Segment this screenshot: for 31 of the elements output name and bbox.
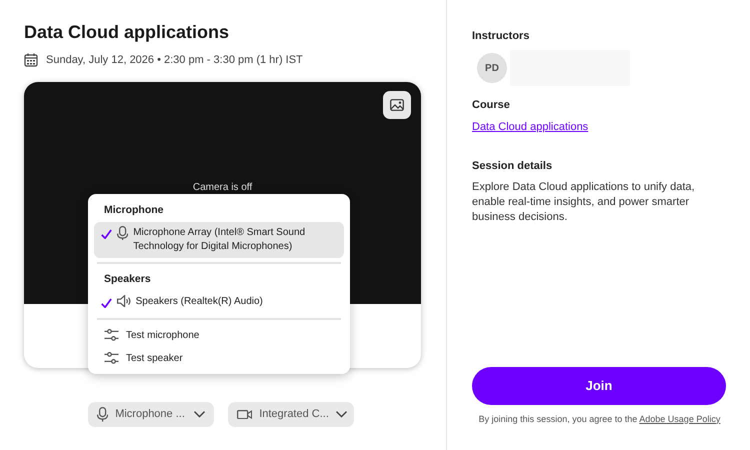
menu-action[interactable]: Test microphone [94,324,344,346]
caret-icon [194,411,205,418]
instructor-avatar: PD [477,53,507,83]
session-details-heading: Session details [472,158,554,174]
join-button[interactable]: Join [472,366,726,404]
session-title: Data Cloud applications [24,22,230,44]
instructors-heading: Instructors [472,29,530,44]
camera-status: Camera is off [192,180,252,195]
speaker-icon [117,294,131,307]
microphone-select[interactable]: Microphone ... [88,402,214,428]
microphone-icon [97,407,108,422]
sliders-icon [104,352,119,364]
session-description: Explore Data Cloud applications to unify data, enable real-time insights, and power smarter business decisions. [472,180,696,224]
course-heading: Course [472,98,511,113]
camera-icon [237,410,252,420]
image-icon [390,99,404,112]
device-option[interactable]: Microphone Array (Intel® Smart Sound Technology for Digital Microphones) [94,222,344,258]
menu-section-heading: Speakers [103,272,152,287]
device-option[interactable]: Speakers (Realtek(R) Audio) [94,290,344,314]
background-button[interactable] [383,91,411,120]
agreement-text: By joining this session, you agree to the [478,414,638,424]
course-link[interactable]: Data Cloud applications [472,121,588,133]
calendar-icon [24,52,38,67]
camera-select[interactable]: Integrated C... [228,402,354,428]
menu-section-heading: Microphone [103,203,164,218]
caret-icon [336,411,347,418]
sliders-icon [104,329,119,341]
session-schedule: Sunday, July 12, 2026 • 2:30 pm - 3:30 pm (1 hr) IST [46,52,303,68]
menu-action[interactable]: Test speaker [94,346,344,370]
microphone-icon [117,226,128,240]
policy-link[interactable]: Adobe Usage Policy [639,414,720,424]
